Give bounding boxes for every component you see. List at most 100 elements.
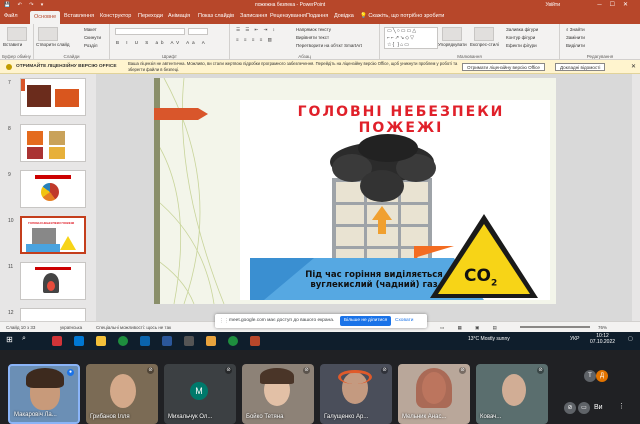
accessibility-status[interactable]: Спеціальні можливості: щось не так [96, 325, 171, 330]
language-indicator[interactable]: українська [60, 325, 82, 330]
editor-scrollbar[interactable] [632, 74, 640, 321]
thumbnail-slide-7[interactable]: 7 [0, 78, 96, 120]
co2-label: CO2 [464, 266, 498, 289]
learn-more-button[interactable]: Докладні відомості [555, 63, 606, 71]
replace-button[interactable]: Замінити [566, 35, 585, 40]
slide-canvas[interactable]: ГОЛОВНІ НЕБЕЗПЕКИ ПОЖЕЖІ Під час горіння… [154, 78, 556, 304]
app-icon-7[interactable] [184, 336, 194, 346]
search-icon[interactable]: ⌕ [22, 335, 26, 343]
thumbnail-slide-9[interactable]: 9 [0, 170, 96, 212]
quick-styles-button[interactable]: Експрес-стилі [470, 42, 499, 47]
shape-outline-button[interactable]: Контур фігури [506, 35, 535, 40]
shape-fill-button[interactable]: Заливка фігури [506, 27, 538, 32]
participant-tile[interactable]: ⊘ Грибанов Ілля [86, 364, 158, 424]
get-license-button[interactable]: Отримати ліцензійну версію Office [462, 63, 545, 71]
windows-start-icon[interactable]: ⊞ [6, 335, 13, 344]
smartart-button[interactable]: Перетворити на об'єкт SmartArt [296, 43, 362, 48]
keyboard-language[interactable]: УКР [570, 336, 579, 342]
search-icon: ⌕ [566, 27, 569, 32]
thumbnail-slide-8[interactable]: 8 [0, 124, 96, 166]
thumbnail-slide-12[interactable]: 12 [0, 308, 96, 321]
tab-review[interactable]: Рецензування [270, 13, 306, 19]
word-icon[interactable] [162, 336, 172, 346]
windows-taskbar: ⊞ ⌕ 13°C Mostly sunny УКР 10:12 07.10.202… [0, 332, 640, 350]
shapes-gallery[interactable]: ▭╲○▭▭△ ⌐⌐↗↘◇▽ ☆{ }⌂▭ [384, 27, 438, 49]
tab-design[interactable]: Конструктор [100, 13, 131, 19]
quick-styles-icon[interactable] [474, 27, 494, 41]
tab-file[interactable]: Файл [4, 13, 18, 19]
tab-record[interactable]: Записання [240, 13, 267, 19]
app-icon-5[interactable] [140, 336, 150, 346]
hide-banner-button[interactable]: Сховати [395, 318, 413, 323]
align-text-button[interactable]: Вирівняти текст [296, 35, 329, 40]
arrange-button[interactable]: Упорядкувати [438, 42, 467, 47]
shape-effects-button[interactable]: Ефекти фігури [506, 43, 537, 48]
zoom-level[interactable]: 76% [598, 325, 607, 330]
stop-sharing-button[interactable]: Більше не ділитися [340, 316, 392, 326]
weather-widget[interactable]: 13°C Mostly sunny [468, 336, 510, 342]
tab-animations[interactable]: Анімація [168, 13, 190, 19]
paste-button[interactable]: Вставити [3, 42, 22, 47]
participant-tile[interactable]: M ⊘ Михальчук Ол... [164, 364, 236, 424]
clock[interactable]: 10:12 07.10.2022 [590, 333, 615, 345]
thumbnail-image [20, 308, 86, 321]
tell-me-search[interactable]: 💡 Скажіть, що потрібно зробити [360, 13, 444, 19]
window-controls[interactable]: ─☐✕ [597, 1, 636, 8]
select-button[interactable]: Виділити [566, 43, 585, 48]
participant-tile[interactable]: ⊘ Мельник Анас... [398, 364, 470, 424]
powerpoint-icon[interactable] [250, 336, 260, 346]
tab-slideshow[interactable]: Показ слайдів [198, 13, 234, 19]
participant-tile[interactable]: ⊘ Бойко Тетяна [242, 364, 314, 424]
text-direction-button[interactable]: Напрямок тексту [296, 27, 331, 32]
chrome-icon-2[interactable] [228, 336, 238, 346]
layout-button[interactable]: Макет [84, 27, 97, 32]
ribbon-tabs: Файл Основне Вставлення Конструктор Пере… [0, 10, 640, 24]
file-explorer-icon[interactable] [96, 336, 106, 346]
mic-off-button[interactable]: ⊘ [564, 402, 576, 414]
font-format-buttons[interactable]: B I U S ab AV Aa A [116, 40, 208, 45]
thumbnail-slide-11[interactable]: 11 [0, 262, 96, 304]
slide-counter: Слайд 10 з 33 [6, 325, 36, 330]
meet-participants-strip: ● Макаровіч Ла... ⊘ Грибанов Ілля M ⊘ Ми… [0, 350, 640, 424]
new-slide-icon[interactable] [38, 27, 58, 41]
close-icon[interactable]: ✕ [631, 63, 636, 70]
quick-access-toolbar[interactable]: 💾 ↶ ↷ ▾ [4, 2, 46, 8]
camera-off-button[interactable]: ▭ [578, 402, 590, 414]
sign-in-link[interactable]: Увійти [545, 2, 560, 8]
tab-view[interactable]: Подання [306, 13, 328, 19]
app-icon-2[interactable] [74, 336, 84, 346]
more-options-icon[interactable]: ⋮ [618, 402, 625, 410]
participant-tile[interactable]: ⊘ Галущенко Ар... [320, 364, 392, 424]
app-icon-1[interactable] [52, 336, 62, 346]
thumbnail-slide-10[interactable]: 10 ГОЛОВНІ НЕБЕЗПЕКИ ПОЖЕЖІ [0, 216, 96, 258]
tab-transitions[interactable]: Переходи [138, 13, 163, 19]
meet-controls: Т Д ⊘ ▭ Ви ⋮ [560, 364, 640, 424]
font-name-box[interactable] [115, 28, 185, 35]
tab-help[interactable]: Довідка [334, 13, 354, 19]
chrome-icon[interactable] [118, 336, 128, 346]
tab-home[interactable]: Основне [30, 11, 61, 24]
arrange-icon[interactable] [442, 27, 462, 41]
view-buttons[interactable]: ▭ ▦ ▣ ▤ [440, 325, 503, 331]
paste-icon[interactable] [7, 27, 27, 41]
find-button[interactable]: ⌕ Знайти [566, 27, 585, 32]
participant-tile[interactable]: ⊘ Ковач... [476, 364, 548, 424]
notification-icon[interactable]: ▢ [628, 336, 633, 342]
ribbon: Вставити Буфер обміну Створити слайд Мак… [0, 24, 640, 60]
participant-tile[interactable]: ● Макаровіч Ла... [8, 364, 80, 424]
drag-handle-icon[interactable]: ⋮⋮ [219, 318, 229, 324]
mic-muted-icon: ⊘ [225, 367, 232, 374]
lightbulb-icon: 💡 [360, 13, 367, 19]
section-button[interactable]: Розділ [84, 43, 97, 48]
list-buttons[interactable]: ☰ ☰ ⇤ ⇥ ↕ [236, 27, 277, 33]
tab-insert[interactable]: Вставлення [64, 13, 94, 19]
thumbnails-scrollbar[interactable] [90, 74, 95, 321]
align-buttons[interactable]: ≡ ≡ ≡ ≡ ▥ [236, 37, 274, 43]
new-slide-button[interactable]: Створити слайд [36, 42, 70, 47]
app-icon-8[interactable] [206, 336, 216, 346]
warning-icon [6, 64, 12, 70]
thumbnail-image [20, 124, 86, 162]
zoom-slider[interactable] [520, 326, 590, 328]
font-size-box[interactable] [188, 28, 208, 35]
reset-button[interactable]: Скинути [84, 35, 101, 40]
